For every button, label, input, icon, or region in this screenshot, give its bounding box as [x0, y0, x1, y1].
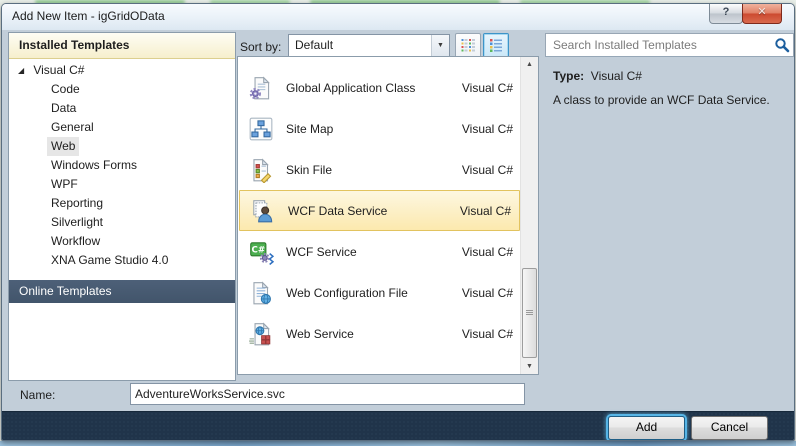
add-button[interactable]: Add [608, 416, 685, 440]
template-name: Site Map [286, 122, 333, 136]
skin-file-icon [248, 157, 274, 183]
dialog-title: Add New Item - igGridOData [12, 4, 165, 29]
background-window-edge [0, 441, 796, 446]
search-icon[interactable] [774, 37, 790, 53]
scroll-down-icon: ▼ [526, 363, 533, 370]
screen: Add New Item - igGridOData ? ✕ Installed… [0, 0, 796, 446]
close-icon: ✕ [757, 6, 766, 18]
sidebar-item-windows-forms[interactable]: Windows Forms [9, 156, 235, 175]
template-item-wcf-service[interactable]: C# WCF Service Visual C# [238, 231, 521, 272]
category-tree: ◢ Visual C# Code Data General Web Window… [9, 59, 235, 270]
chevron-down-icon: ▼ [437, 42, 444, 49]
thumb-grip-icon [526, 310, 533, 315]
sort-by-label: Sort by: [240, 40, 281, 54]
type-label: Type: [553, 69, 584, 83]
installed-templates-header[interactable]: Installed Templates [9, 33, 235, 59]
sidebar-item-data[interactable]: Data [9, 99, 235, 118]
sidebar-item-reporting[interactable]: Reporting [9, 194, 235, 213]
site-map-icon [248, 116, 274, 142]
template-item-site-map[interactable]: Site Map Visual C# [238, 108, 521, 149]
scroll-down-button[interactable]: ▼ [521, 359, 538, 374]
template-type: Visual C# [462, 122, 513, 136]
template-name: Web Service [286, 327, 354, 341]
expander-icon[interactable]: ◢ [18, 61, 30, 80]
name-input[interactable] [130, 383, 525, 405]
wcf-service-icon: C# [248, 239, 274, 265]
scroll-up-icon: ▲ [526, 61, 533, 68]
scrollbar-thumb[interactable] [522, 268, 537, 358]
template-type: Visual C# [462, 286, 513, 300]
global-application-class-icon [248, 75, 274, 101]
titlebar[interactable]: Add New Item - igGridOData [2, 4, 794, 31]
sort-by-dropdown[interactable]: Default ▼ [288, 34, 450, 58]
template-name: WCF Data Service [288, 204, 387, 218]
sidebar-item-web[interactable]: Web [9, 137, 235, 156]
sidebar-item-code[interactable]: Code [9, 80, 235, 99]
help-icon: ? [723, 6, 730, 18]
template-type: Visual C# [462, 245, 513, 259]
help-button[interactable]: ? [709, 4, 743, 24]
search-input[interactable] [551, 35, 765, 55]
template-item-global-application-class[interactable]: Global Application Class Visual C# [238, 67, 521, 108]
template-type: Visual C# [460, 204, 511, 218]
small-icons-view-icon [460, 37, 476, 56]
template-type: Visual C# [462, 81, 513, 95]
template-name: Skin File [286, 163, 332, 177]
type-line: Type: Visual C# [553, 69, 642, 83]
template-name: WCF Service [286, 245, 357, 259]
online-templates-header[interactable]: Online Templates [9, 280, 235, 303]
web-configuration-file-icon [248, 280, 274, 306]
scrollbar[interactable]: ▲ ▼ [520, 57, 538, 374]
template-item-wcf-data-service[interactable]: WCF Data Service Visual C# [239, 190, 520, 231]
sidebar-item-general[interactable]: General [9, 118, 235, 137]
add-new-item-dialog: Add New Item - igGridOData ? ✕ Installed… [1, 3, 795, 441]
sidebar-item-silverlight[interactable]: Silverlight [9, 213, 235, 232]
svg-text:C#: C# [251, 245, 265, 255]
wcf-data-service-icon [250, 198, 276, 224]
template-list: Global Application Class Visual C# [237, 56, 539, 375]
list-view-icon [488, 37, 504, 56]
tree-root-label: Visual C# [33, 63, 84, 77]
dialog-content: Installed Templates ◢ Visual C# Code Dat… [2, 30, 794, 440]
sidebar-item-visual-csharp[interactable]: ◢ Visual C# [9, 61, 235, 80]
sidebar-item-xna-game-studio[interactable]: XNA Game Studio 4.0 [9, 251, 235, 270]
template-name: Web Configuration File [286, 286, 408, 300]
scroll-up-button[interactable]: ▲ [521, 57, 538, 72]
search-box [545, 33, 794, 57]
template-type: Visual C# [462, 327, 513, 341]
template-item-web-service[interactable]: Web Service Visual C# [238, 313, 521, 354]
footer-bar: Add Cancel [2, 411, 794, 441]
type-value: Visual C# [591, 69, 642, 83]
template-item-web-configuration-file[interactable]: Web Configuration File Visual C# [238, 272, 521, 313]
name-label: Name: [20, 388, 55, 402]
categories-sidebar: Installed Templates ◢ Visual C# Code Dat… [8, 32, 236, 381]
description-panel: Type: Visual C# A class to provide an WC… [545, 56, 792, 376]
sidebar-item-wpf[interactable]: WPF [9, 175, 235, 194]
sort-by-value: Default [295, 35, 333, 56]
web-service-icon [248, 321, 274, 347]
cancel-button[interactable]: Cancel [691, 416, 768, 440]
template-item-skin-file[interactable]: Skin File Visual C# [238, 149, 521, 190]
sidebar-item-workflow[interactable]: Workflow [9, 232, 235, 251]
template-type: Visual C# [462, 163, 513, 177]
template-name: Global Application Class [286, 81, 415, 95]
template-description: A class to provide an WCF Data Service. [553, 93, 785, 108]
dropdown-button[interactable]: ▼ [431, 35, 449, 57]
close-button[interactable]: ✕ [742, 4, 782, 24]
